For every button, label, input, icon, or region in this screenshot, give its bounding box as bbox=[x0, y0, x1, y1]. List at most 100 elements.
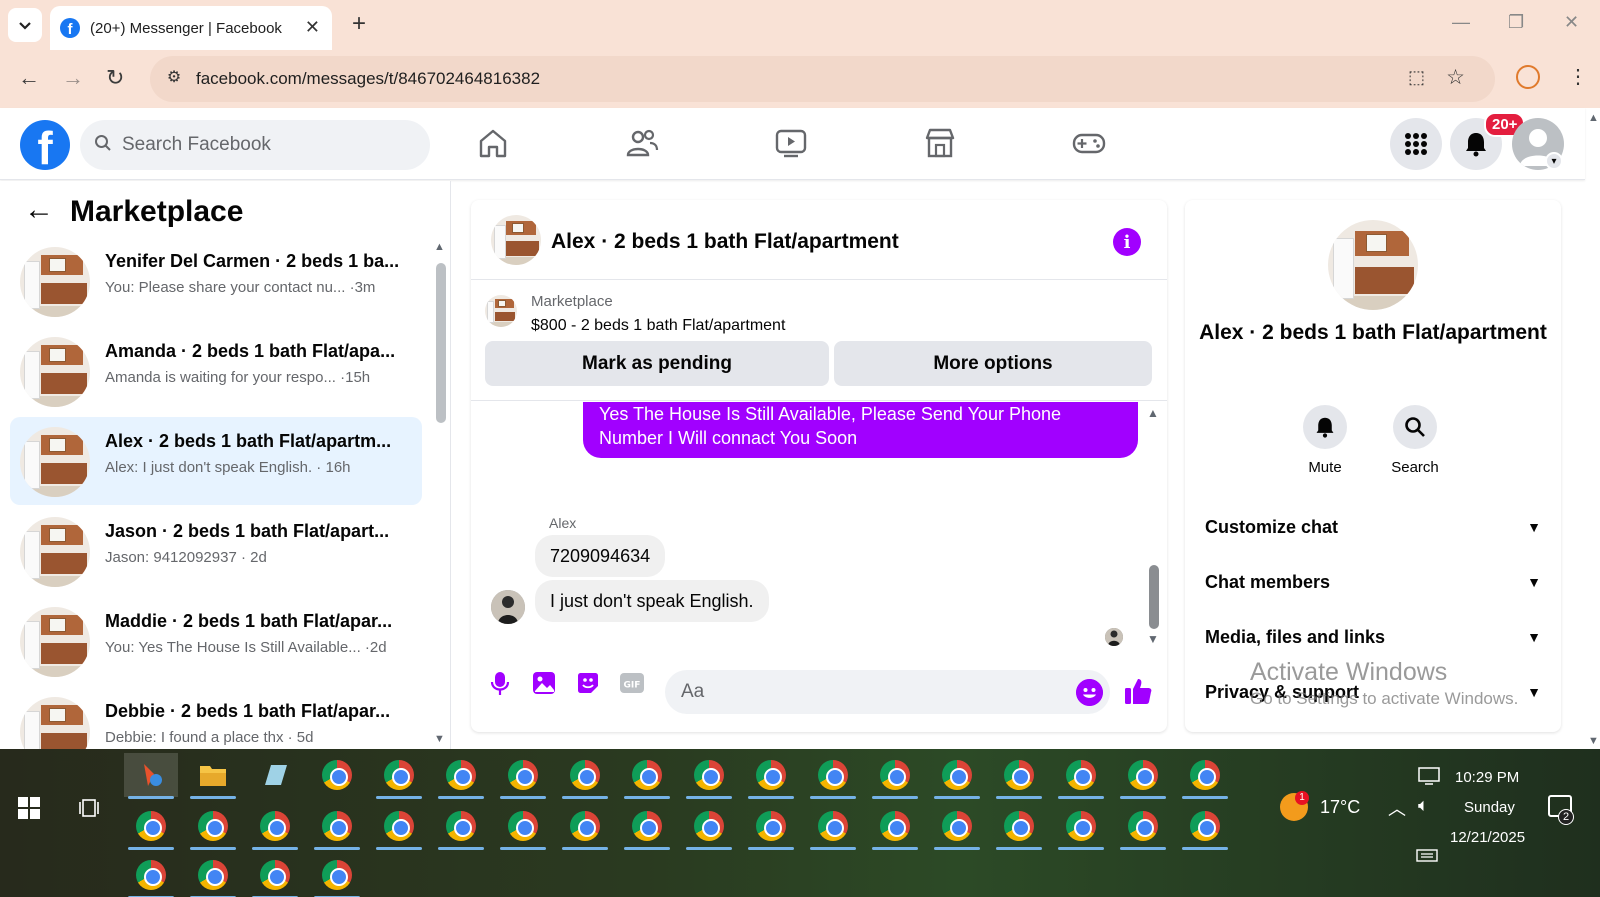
taskbar-app-chrome[interactable] bbox=[744, 804, 798, 850]
close-window-icon[interactable]: ✕ bbox=[1564, 12, 1579, 33]
install-app-icon[interactable]: ⬚ bbox=[1408, 67, 1425, 88]
taskbar-app-chrome[interactable] bbox=[992, 804, 1046, 850]
taskbar-app-chrome[interactable] bbox=[1054, 804, 1108, 850]
search-input[interactable] bbox=[122, 134, 402, 156]
listing-title[interactable]: $800 - 2 beds 1 bath Flat/apartment bbox=[531, 317, 785, 335]
account-chevron-icon[interactable]: ▾ bbox=[1545, 152, 1563, 170]
microphone-icon[interactable] bbox=[487, 670, 513, 696]
privacy-support-section[interactable]: Privacy & support ▼ bbox=[1205, 672, 1541, 712]
taskbar-app-chrome[interactable] bbox=[930, 753, 984, 799]
taskbar-app-file-explorer[interactable] bbox=[186, 753, 240, 799]
message-input[interactable] bbox=[665, 670, 1110, 714]
taskbar-app-chrome[interactable] bbox=[434, 753, 488, 799]
keyboard-language-icon[interactable] bbox=[1416, 847, 1438, 863]
temperature[interactable]: 17°C bbox=[1320, 797, 1360, 818]
taskbar-app-chrome[interactable] bbox=[992, 753, 1046, 799]
taskbar-app-chrome[interactable] bbox=[868, 753, 922, 799]
taskbar-app-chrome[interactable] bbox=[558, 804, 612, 850]
tab-close-icon[interactable]: ✕ bbox=[305, 17, 320, 38]
taskbar-app-chrome[interactable] bbox=[248, 853, 302, 897]
taskbar-app-chrome[interactable] bbox=[868, 804, 922, 850]
marketplace-icon[interactable] bbox=[923, 126, 957, 160]
media-files-links-section[interactable]: Media, files and links ▼ bbox=[1205, 617, 1541, 657]
clock-date[interactable]: 12/21/2025 bbox=[1450, 829, 1525, 846]
conversation-item[interactable]: Yenifer Del Carmen · 2 beds 1 ba... You:… bbox=[10, 237, 422, 325]
taskbar-app-chrome[interactable] bbox=[1178, 753, 1232, 799]
scroll-up-arrow-icon[interactable]: ▲ bbox=[1588, 112, 1599, 124]
taskbar-app-chrome[interactable] bbox=[496, 753, 550, 799]
conversation-item[interactable]: Debbie · 2 beds 1 bath Flat/apar... Debb… bbox=[10, 687, 422, 749]
browser-menu-icon[interactable]: ⋮ bbox=[1568, 64, 1588, 89]
friends-icon[interactable] bbox=[625, 126, 659, 160]
conversation-item-active[interactable]: Alex · 2 beds 1 bath Flat/apartm... Alex… bbox=[10, 417, 422, 505]
thumbs-up-icon[interactable] bbox=[1123, 676, 1153, 706]
scroll-down-arrow-icon[interactable]: ▼ bbox=[1147, 632, 1159, 646]
taskbar-app-chrome[interactable] bbox=[682, 804, 736, 850]
forward-arrow-icon[interactable]: → bbox=[62, 66, 84, 90]
bookmark-star-icon[interactable]: ☆ bbox=[1446, 65, 1465, 90]
back-arrow-icon[interactable]: ← bbox=[18, 66, 40, 90]
search-in-conversation-button[interactable]: Search bbox=[1375, 405, 1455, 476]
taskbar-app-chrome[interactable] bbox=[496, 804, 550, 850]
home-icon[interactable] bbox=[476, 126, 510, 160]
minimize-window-icon[interactable]: — bbox=[1452, 12, 1470, 33]
reload-icon[interactable]: ↻ bbox=[106, 66, 124, 90]
taskbar-app-chrome[interactable] bbox=[310, 853, 364, 897]
taskbar-app-chrome[interactable] bbox=[620, 804, 674, 850]
scroll-down-arrow-icon[interactable]: ▼ bbox=[1588, 735, 1599, 747]
taskbar-app-chrome[interactable] bbox=[124, 853, 178, 897]
taskbar-app-chrome[interactable] bbox=[1116, 753, 1170, 799]
facebook-logo[interactable]: f bbox=[20, 120, 70, 170]
back-arrow-icon[interactable]: ← bbox=[24, 195, 54, 225]
facebook-search[interactable] bbox=[80, 120, 430, 170]
browser-tab-messenger[interactable]: f (20+) Messenger | Facebook ✕ bbox=[50, 6, 332, 50]
conversation-avatar[interactable] bbox=[1328, 220, 1418, 310]
message-thread-scrollbar[interactable] bbox=[1149, 565, 1159, 629]
taskbar-app-chrome[interactable] bbox=[186, 804, 240, 850]
taskbar-app-chrome[interactable] bbox=[620, 753, 674, 799]
taskbar-app-chrome[interactable] bbox=[248, 804, 302, 850]
new-tab-button[interactable]: + bbox=[352, 12, 366, 36]
taskbar-app-chrome[interactable] bbox=[310, 804, 364, 850]
info-icon[interactable]: i bbox=[1113, 228, 1141, 256]
clock-time[interactable]: 10:29 PM bbox=[1455, 769, 1519, 786]
more-options-button[interactable]: More options bbox=[834, 341, 1152, 386]
taskbar-app-chrome[interactable] bbox=[744, 753, 798, 799]
scroll-up-arrow-icon[interactable]: ▲ bbox=[434, 241, 445, 253]
scroll-up-arrow-icon[interactable]: ▲ bbox=[1147, 406, 1159, 420]
clock-day[interactable]: Sunday bbox=[1464, 799, 1515, 816]
taskbar-app-chrome[interactable] bbox=[310, 753, 364, 797]
conversation-item[interactable]: Jason · 2 beds 1 bath Flat/apart... Jaso… bbox=[10, 507, 422, 595]
site-info-icon[interactable]: ⚙ bbox=[162, 67, 186, 91]
sender-avatar[interactable] bbox=[491, 590, 525, 624]
taskbar-app-chrome[interactable] bbox=[558, 753, 612, 799]
taskbar-app-notes[interactable] bbox=[248, 753, 302, 797]
page-scrollbar[interactable]: ▲ ▼ bbox=[1587, 108, 1600, 749]
mark-as-pending-button[interactable]: Mark as pending bbox=[485, 341, 829, 386]
address-bar[interactable]: ⚙ facebook.com/messages/t/84670246481638… bbox=[150, 56, 1495, 102]
chat-members-section[interactable]: Chat members ▼ bbox=[1205, 562, 1541, 602]
taskbar-app-chrome[interactable] bbox=[806, 804, 860, 850]
gaming-icon[interactable] bbox=[1072, 126, 1106, 160]
taskbar-app-chrome[interactable] bbox=[1178, 804, 1232, 850]
tab-search-button[interactable] bbox=[8, 8, 42, 42]
taskbar-app-chrome[interactable] bbox=[186, 853, 240, 897]
menu-grid-button[interactable] bbox=[1390, 118, 1442, 170]
customize-chat-section[interactable]: Customize chat ▼ bbox=[1205, 507, 1541, 547]
taskbar-app-chrome[interactable] bbox=[434, 804, 488, 850]
task-view-icon[interactable] bbox=[78, 797, 102, 819]
volume-icon[interactable]: 🔈︎ bbox=[1418, 795, 1429, 816]
conversation-list-scrollbar[interactable] bbox=[436, 263, 446, 423]
emoji-icon[interactable] bbox=[1076, 679, 1103, 706]
chat-title[interactable]: Alex · 2 beds 1 bath Flat/apartment bbox=[551, 230, 899, 254]
gif-icon[interactable]: GIF bbox=[619, 670, 645, 696]
taskbar-app-chrome[interactable] bbox=[124, 804, 178, 850]
taskbar-app-chrome[interactable] bbox=[930, 804, 984, 850]
mute-button[interactable]: Mute bbox=[1285, 405, 1365, 476]
conversation-item[interactable]: Maddie · 2 beds 1 bath Flat/apar... You:… bbox=[10, 597, 422, 685]
restore-window-icon[interactable]: ❐ bbox=[1508, 12, 1524, 33]
conversation-item[interactable]: Amanda · 2 beds 1 bath Flat/apa... Amand… bbox=[10, 327, 422, 415]
taskbar-app-chrome[interactable] bbox=[806, 753, 860, 799]
taskbar-app-chrome[interactable] bbox=[372, 804, 426, 850]
taskbar-app-chrome[interactable] bbox=[1116, 804, 1170, 850]
